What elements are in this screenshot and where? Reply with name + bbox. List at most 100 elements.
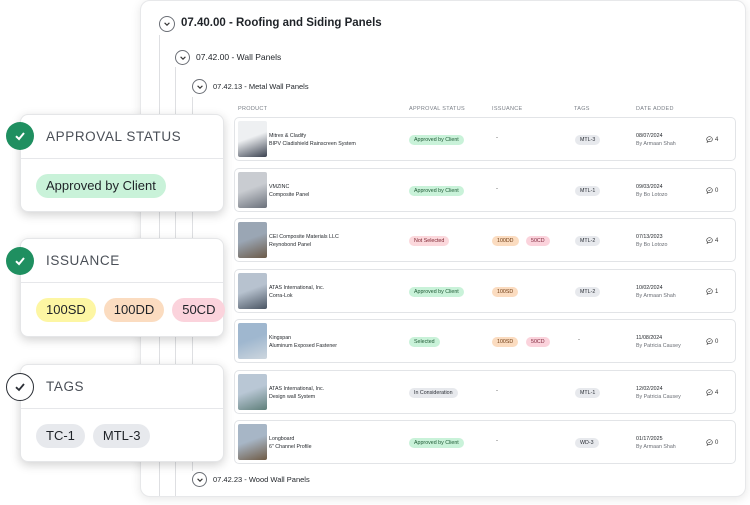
product-name[interactable]: CEI Composite Materials LLC Reynobond Pan… [269,233,339,249]
issuance-empty: - [496,186,498,192]
date-added: 11/08/2024 By Patricia Causey [636,334,681,350]
comments-button[interactable]: 1 [706,288,718,295]
comment-count: 4 [715,237,719,244]
comment-count: 0 [715,338,719,345]
product-thumbnail [238,273,267,309]
added-by: By Armaan Shah [636,293,676,299]
comments-button[interactable]: 4 [706,237,718,244]
approval-status-pill[interactable]: Approved by Client [409,438,464,448]
collapse-section-button[interactable] [175,50,190,65]
date-value: 01/17/2025 [636,436,663,442]
tag-pill[interactable]: MTL-2 [575,287,601,297]
collapse-section-button[interactable] [159,16,175,32]
manufacturer-name: ATAS International, Inc. [269,285,325,291]
section-title: 07.42.13 - Metal Wall Panels [213,82,309,91]
date-value: 08/07/2024 [636,133,663,139]
issuance-pill[interactable]: 100SD [492,287,519,297]
date-value: 12/02/2024 [636,386,663,392]
column-header-tags[interactable]: TAGS [574,106,590,112]
issuance-pill[interactable]: 100DD [492,236,519,246]
chevron-down-icon [164,22,170,26]
column-header-issuance[interactable]: ISSUANCE [492,106,523,112]
comments-button[interactable]: 4 [706,389,718,396]
tag-pill[interactable]: MTL-1 [575,388,601,398]
date-value: 11/08/2024 [636,335,663,341]
date-value: 07/13/2023 [636,234,663,240]
tag-pill[interactable]: MTL-3 [575,135,601,145]
comment-count: 1 [715,288,719,295]
date-added: 12/02/2024 By Patricia Causey [636,385,681,401]
product-thumbnail [238,323,267,359]
approval-status-pill[interactable]: Not Selected [409,236,450,246]
approval-status-pill[interactable]: Approved by Client [36,173,166,198]
product-title: Aluminum Exposed Fastener [269,343,338,349]
approval-status-pill[interactable]: In Consideration [409,388,458,398]
issuance-pill[interactable]: 50CD [526,236,550,246]
added-by: By Armaan Shah [636,141,676,147]
column-header-product[interactable]: PRODUCT [238,106,267,112]
approval-status-pill[interactable]: Approved by Client [409,287,464,297]
page: 07.40.00 - Roofing and Siding Panels 07.… [0,0,750,505]
issuance-pill[interactable]: 100SD [36,298,96,322]
table-row[interactable]: Kingspan Aluminum Exposed Fastener Selecte… [234,319,736,363]
comments-button[interactable]: 0 [706,187,718,194]
table-row[interactable]: CEI Composite Materials LLC Reynobond Pan… [234,218,736,262]
issuance-pill[interactable]: 50CD [526,337,550,347]
product-name[interactable]: Longboard 6" Channel Profile [269,435,312,451]
product-name[interactable]: Kingspan Aluminum Exposed Fastener [269,334,337,350]
date-added: 08/07/2024 By Armaan Shah [636,132,676,148]
comment-count: 0 [715,439,719,446]
tag-empty: - [578,337,580,343]
comment-icon [706,338,713,345]
tag-pill[interactable]: MTL-1 [575,186,601,196]
comment-icon [706,389,713,396]
issuance-card: ISSUANCE 100SD 100DD 50CD [20,238,226,337]
table-row[interactable]: VMZINC Composite Panel Approved by Client -… [234,168,736,212]
tag-pill[interactable]: MTL-2 [575,236,601,246]
comments-button[interactable]: 4 [706,136,718,143]
column-header-date[interactable]: DATE ADDED [636,106,674,112]
manufacturer-name: ATAS International, Inc. [269,386,325,392]
table-row[interactable]: Longboard 6" Channel Profile Approved by C… [234,420,736,464]
product-name[interactable]: Mitrex & Cladify BIPV Cladishield Rainscr… [269,132,356,148]
manufacturer-name: CEI Composite Materials LLC [269,234,339,240]
comment-icon [706,136,713,143]
tag-pill[interactable]: TC-1 [36,423,85,448]
comment-count: 4 [715,136,719,143]
card-title: ISSUANCE [21,239,223,283]
added-by: By Patricia Causey [636,394,681,400]
approval-status-pill[interactable]: Selected [409,337,440,347]
comment-icon [706,187,713,194]
tag-pill[interactable]: MTL-3 [92,423,151,448]
issuance-empty: - [496,135,498,141]
product-thumbnail [238,222,267,258]
approval-status-pill[interactable]: Approved by Client [409,135,464,145]
manufacturer-name: Kingspan [269,335,292,341]
product-thumbnail [238,424,267,460]
product-name[interactable]: ATAS International, Inc. Design wall Syst… [269,385,324,401]
added-by: By Bo Lotozo [636,242,668,248]
product-thumbnail [238,374,267,410]
collapse-section-button[interactable] [192,79,207,94]
issuance-pill[interactable]: 100SD [492,337,519,347]
manufacturer-name: Mitrex & Cladify [269,133,307,139]
comments-button[interactable]: 0 [706,439,718,446]
product-name[interactable]: VMZINC Composite Panel [269,183,309,199]
tags-card: TAGS TC-1 MTL-3 [20,364,224,462]
product-name[interactable]: ATAS International, Inc. Corra-Lok [269,284,324,300]
collapse-section-button[interactable] [192,472,207,487]
table-row[interactable]: ATAS International, Inc. Corra-Lok Approve… [234,269,736,313]
table-row[interactable]: ATAS International, Inc. Design wall Syst… [234,370,736,414]
chevron-down-icon [196,477,203,482]
issuance-pill[interactable]: 100DD [103,298,165,322]
product-title: Composite Panel [269,192,310,198]
comments-button[interactable]: 0 [706,338,718,345]
table-row[interactable]: Mitrex & Cladify BIPV Cladishield Rainscr… [234,117,736,161]
comment-icon [706,439,713,446]
product-title: Corra-Lok [269,293,293,299]
approval-status-pill[interactable]: Approved by Client [409,186,464,196]
issuance-pill[interactable]: 50CD [172,298,226,322]
tag-pill[interactable]: WD-3 [575,438,599,448]
product-title: Reynobond Panel [269,242,312,248]
column-header-approval[interactable]: APPROVAL STATUS [409,106,465,112]
